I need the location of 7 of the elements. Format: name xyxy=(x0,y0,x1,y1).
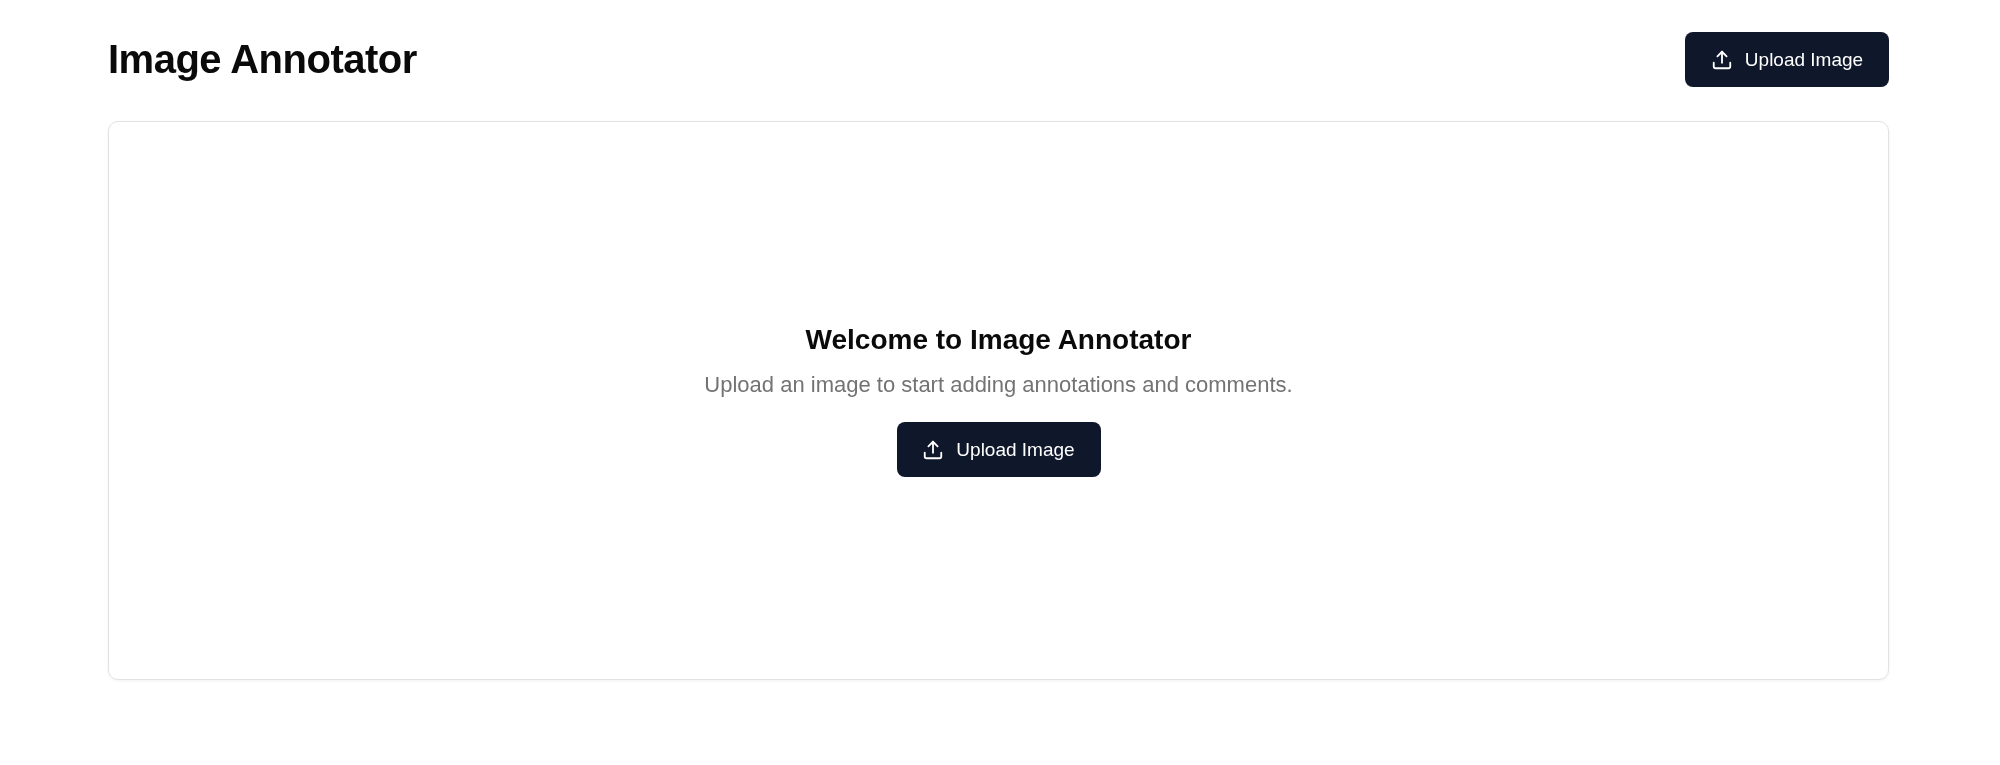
upload-button[interactable]: Upload Image xyxy=(1685,32,1889,87)
page-title: Image Annotator xyxy=(108,37,417,82)
upload-icon xyxy=(922,438,945,461)
welcome-heading: Welcome to Image Annotator xyxy=(805,324,1192,356)
welcome-message: Upload an image to start adding annotations and comments. xyxy=(704,372,1293,398)
upload-button[interactable]: Upload Image xyxy=(896,422,1101,477)
upload-icon xyxy=(1710,48,1733,71)
